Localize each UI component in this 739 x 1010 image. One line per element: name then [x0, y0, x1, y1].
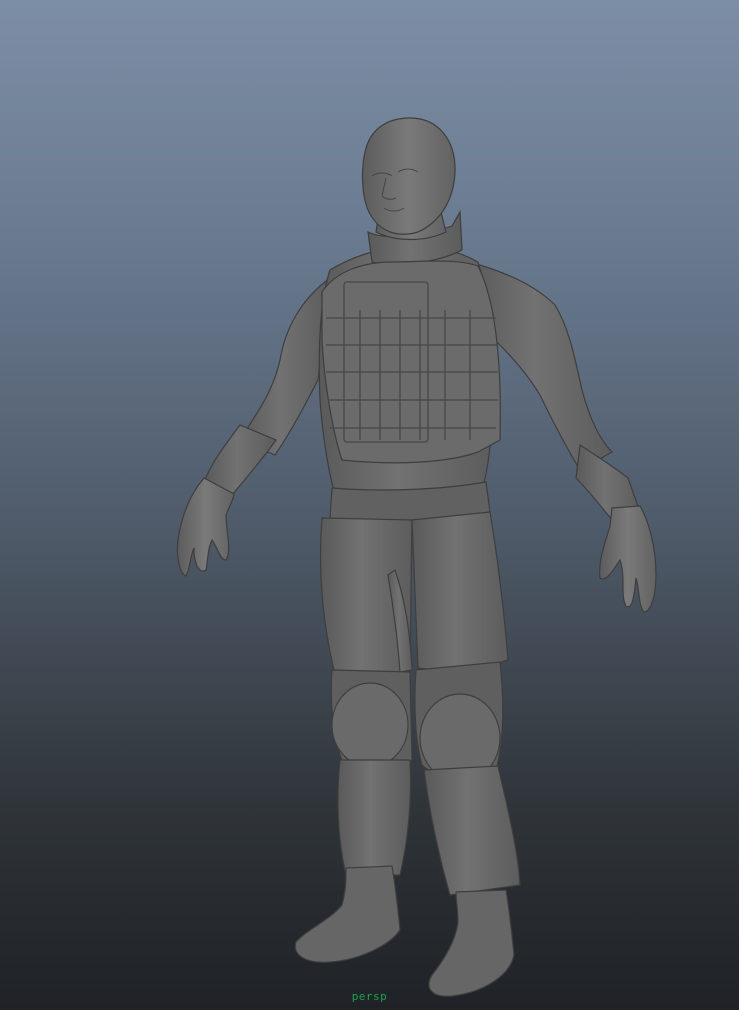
- maya-perspective-viewport[interactable]: persp: [0, 0, 739, 1010]
- right-hand: [599, 505, 657, 613]
- tactical-vest: [321, 260, 501, 464]
- left-upper-arm: [239, 276, 331, 456]
- right-shin: [423, 765, 521, 896]
- left-knee-cap: [331, 682, 409, 768]
- left-boot: [294, 865, 401, 963]
- right-boot: [428, 889, 515, 997]
- model-body: [176, 117, 657, 997]
- camera-name-label: persp: [351, 990, 388, 1003]
- soldier-character-model[interactable]: [0, 0, 739, 1010]
- right-leg: [411, 511, 509, 671]
- left-hand: [176, 477, 235, 577]
- left-shin: [337, 759, 412, 876]
